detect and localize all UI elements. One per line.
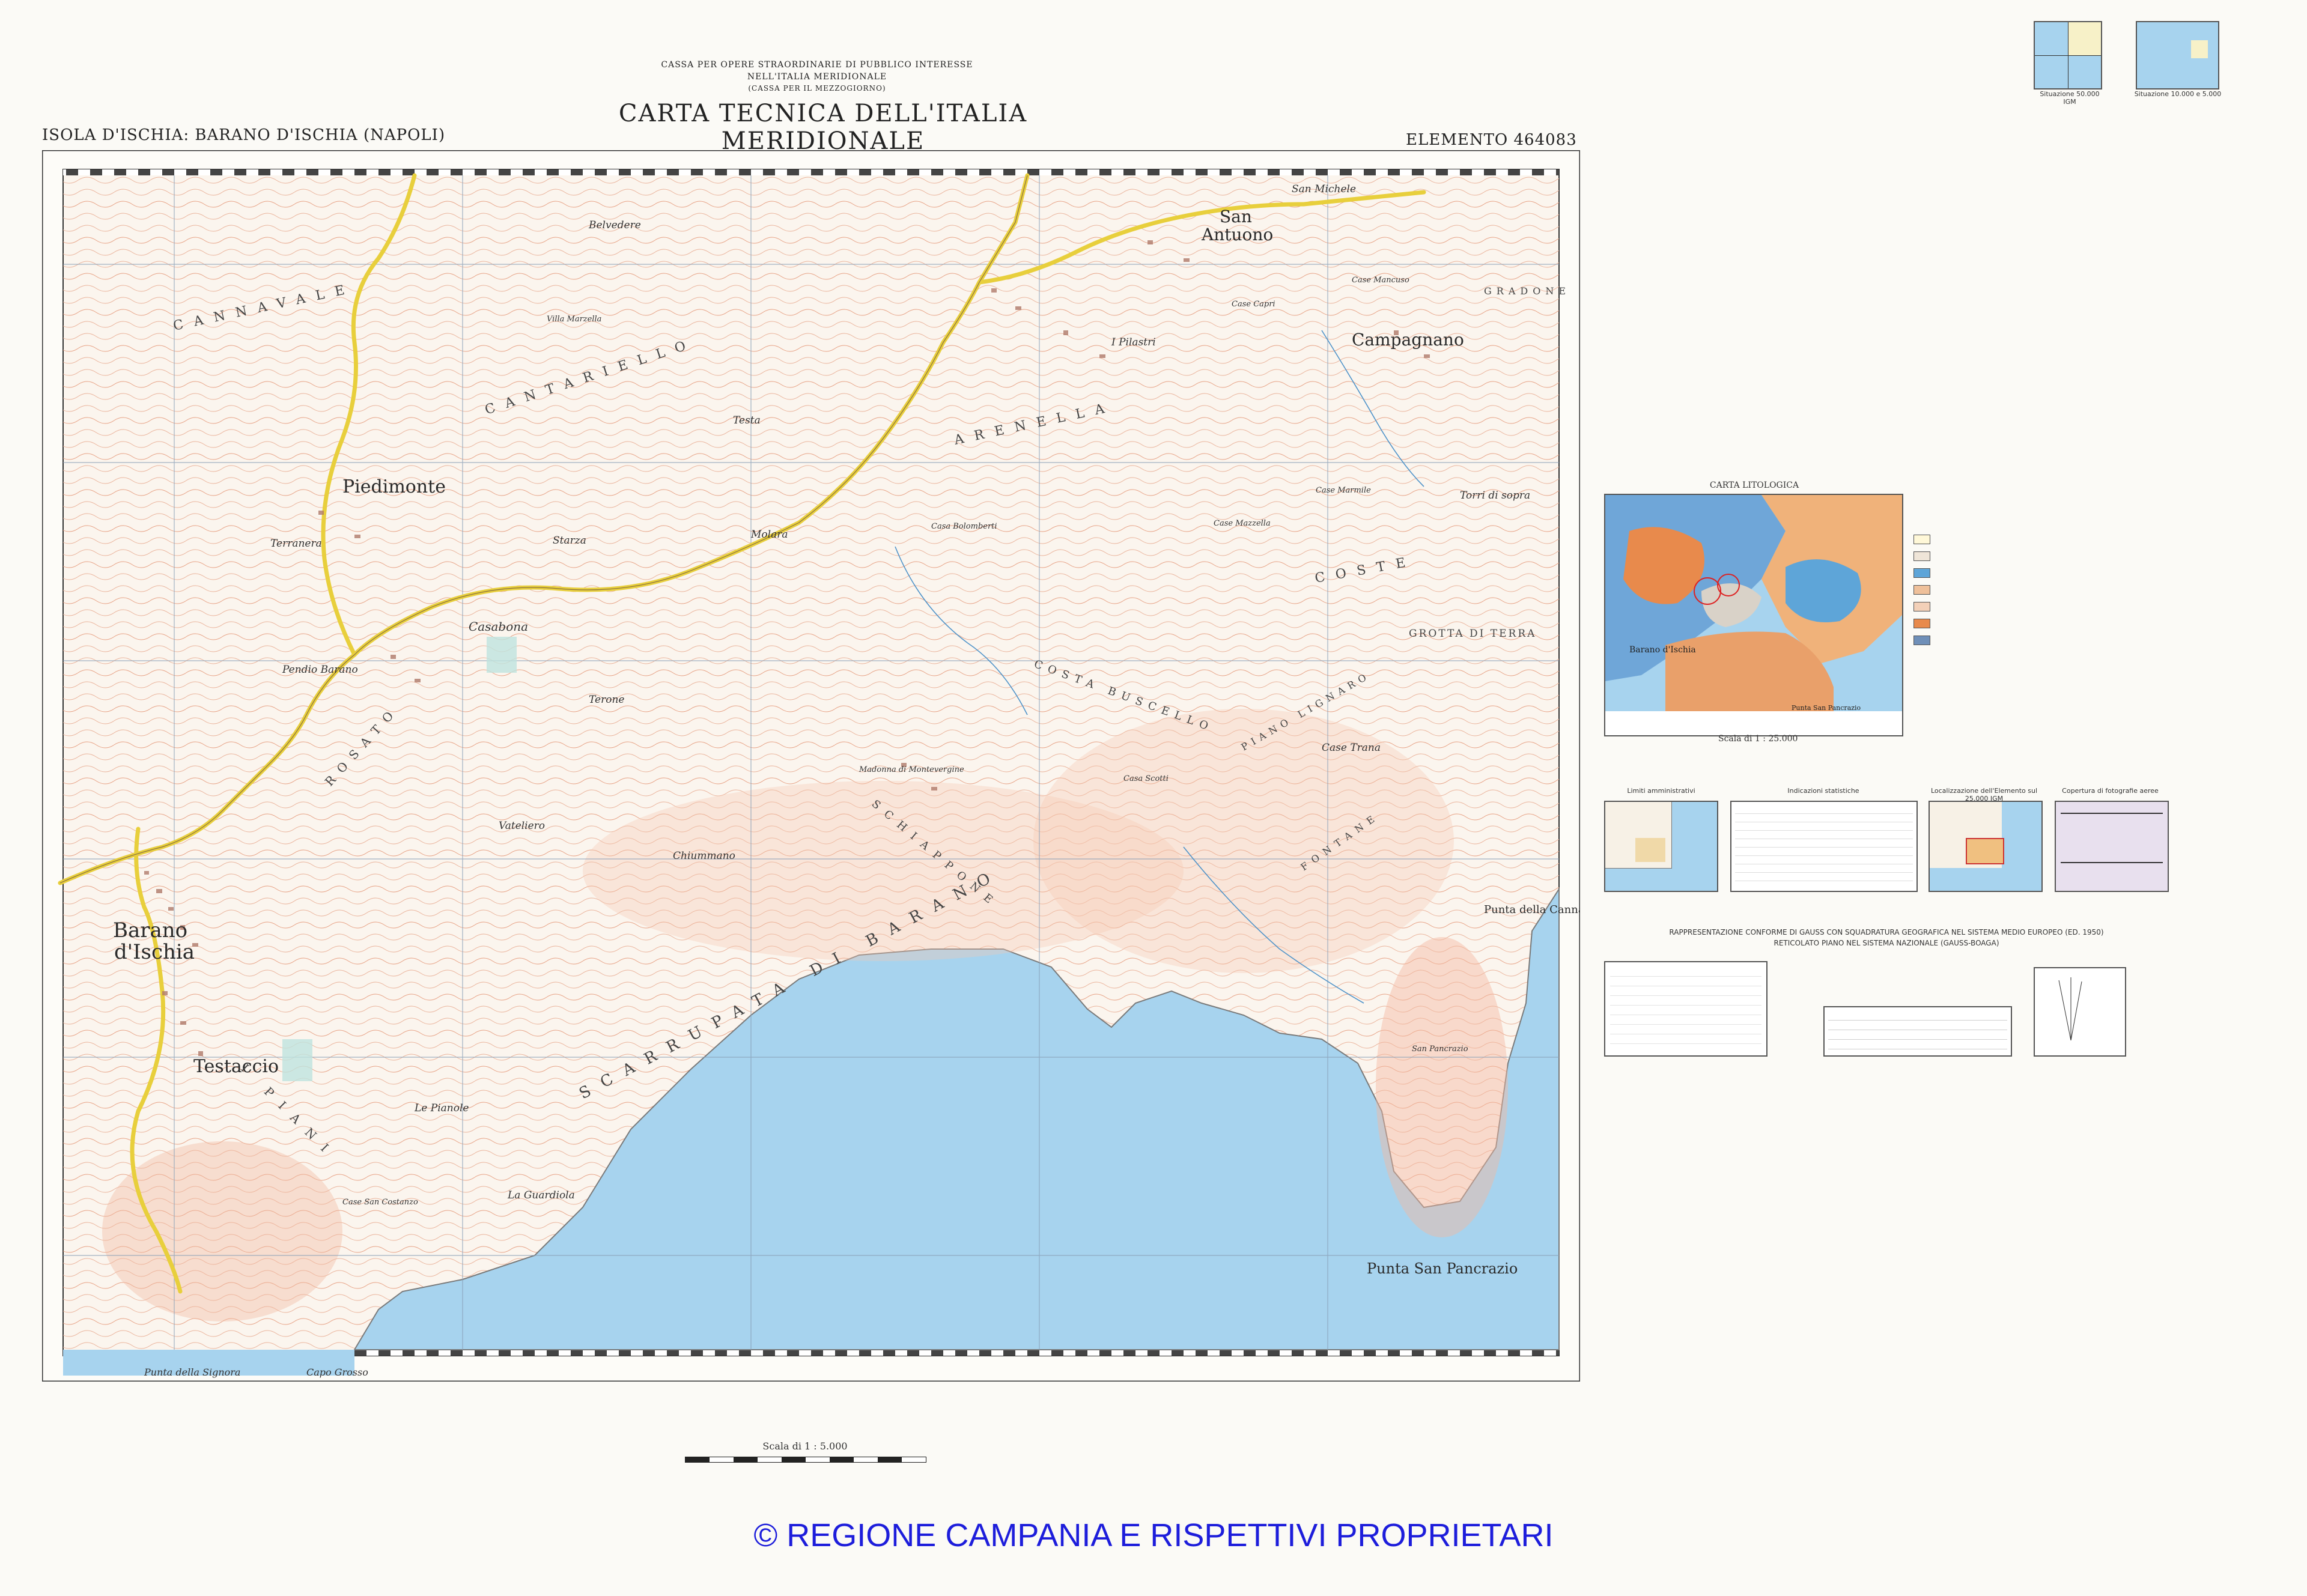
litho-scale: Scala di 1 : 25.000: [1718, 734, 1798, 744]
label-case-san-costanzo: Case San Costanzo: [342, 1198, 418, 1207]
projection-line-1: RAPPRESENTAZIONE CONFORME DI GAUSS CON S…: [1669, 928, 2104, 936]
label-terranera: Terranera: [270, 538, 322, 550]
label-punta-san-pancrazio: Punta San Pancrazio: [1367, 1260, 1518, 1277]
label-san-michele: San Michele: [1292, 183, 1356, 195]
label-case-marmile: Case Marmile: [1316, 486, 1371, 495]
label-starza: Starza: [553, 535, 586, 547]
label-chiummano: Chiummano: [673, 850, 735, 862]
top-graticule-ticks: [63, 169, 1559, 175]
svg-text:Punta San Pancrazio: Punta San Pancrazio: [1792, 704, 1861, 712]
label-madonna-montevergine: Madonna di Montevergine: [859, 765, 964, 774]
index-caption-2: Situazione 10.000 e 5.000: [2134, 90, 2222, 98]
label-barano-2: d'Ischia: [114, 940, 195, 964]
label-barano-1: Barano: [113, 918, 187, 942]
agency-line-3: (CASSA PER IL MEZZOGIORNO): [748, 84, 886, 93]
label-casabona: Casabona: [469, 619, 528, 634]
panel-localizzazione-map[interactable]: [1929, 801, 2043, 892]
coord-transform-table: [1604, 961, 1767, 1057]
label-la-guardiola: La Guardiola: [507, 1189, 575, 1201]
topographic-map[interactable]: San Antuono Campagnano Piedimonte Barano…: [41, 149, 1606, 1383]
scale-bar: [685, 1457, 926, 1463]
label-piedimonte: Piedimonte: [342, 476, 446, 497]
litho-map[interactable]: Barano d'Ischia Punta San Pancrazio: [1604, 494, 1903, 736]
elemento-number: ELEMENTO 464083: [1406, 131, 1577, 149]
map-subtitle: ISOLA D'ISCHIA: BARANO D'ISCHIA (NAPOLI): [42, 126, 446, 144]
declination-diagram: [2034, 967, 2126, 1057]
panel-title-statistiche: Indicazioni statistiche: [1787, 787, 1859, 795]
index-map-50000[interactable]: [2034, 21, 2102, 90]
agency-line-2: NELL'ITALIA MERIDIONALE: [747, 72, 887, 82]
index-map-10000[interactable]: [2136, 21, 2219, 90]
casabona-field: [487, 637, 517, 673]
panel-limiti-map[interactable]: [1604, 801, 1718, 892]
label-i-pilastri: I Pilastri: [1111, 336, 1156, 348]
label-campagnano: Campagnano: [1352, 330, 1464, 350]
vertex-coords-table: [1823, 1006, 2012, 1057]
map-svg: San Antuono Campagnano Piedimonte Barano…: [41, 149, 1606, 1383]
label-san-antuono-1: San: [1220, 207, 1252, 226]
scale-bar-label: Scala di 1 : 5.000: [762, 1440, 848, 1452]
label-capo-grosso: Capo Grosso: [306, 1367, 368, 1378]
panel-title-limiti: Limiti amministrativi: [1627, 787, 1695, 795]
label-case-capri: Case Capri: [1232, 300, 1275, 309]
index-highlight: [2068, 22, 2101, 55]
label-pendio-barano: Pendio Barano: [282, 664, 358, 676]
region-grotta-di-terra: GROTTA DI TERRA: [1409, 628, 1536, 640]
label-san-pancrazio: San Pancrazio: [1412, 1045, 1468, 1054]
panel-copertura-map[interactable]: [2055, 801, 2169, 892]
label-punta-cannaccia: Punta della Cannaccia: [1484, 903, 1580, 916]
litho-legend: [1913, 535, 2094, 652]
label-le-pianole: Le Pianole: [414, 1102, 469, 1114]
label-san-antuono-2: Antuono: [1201, 225, 1273, 244]
label-punta-della-signora: Punta della Signora: [144, 1367, 240, 1378]
label-villa-marzella: Villa Marzella: [547, 315, 601, 324]
litho-svg: Barano d'Ischia Punta San Pancrazio: [1605, 495, 1902, 735]
panel-statistics-table[interactable]: [1730, 801, 1918, 892]
testaccio-field: [282, 1039, 312, 1081]
copyright-notice: © REGIONE CAMPANIA E RISPETTIVI PROPRIET…: [753, 1517, 1554, 1553]
agency-line-1: CASSA PER OPERE STRAORDINARIE DI PUBBLIC…: [661, 60, 973, 70]
label-torri-di-sopra: Torri di sopra: [1460, 490, 1530, 502]
label-case-trana: Case Trana: [1322, 742, 1381, 754]
region-gradone: GRADONE: [1484, 285, 1570, 297]
label-casa-bolomberti: Casa Bolomberti: [931, 522, 997, 531]
label-casa-scotti: Casa Scotti: [1123, 774, 1169, 783]
svg-text:Barano d'Ischia: Barano d'Ischia: [1629, 645, 1696, 655]
label-testa: Testa: [733, 414, 761, 426]
label-terone: Terone: [589, 694, 624, 706]
label-case-mancuso: Case Mancuso: [1352, 276, 1409, 285]
index-caption-1: Situazione 50.000 IGM: [2040, 90, 2100, 106]
litho-title: CARTA LITOLOGICA: [1709, 481, 1799, 490]
index-highlight-2: [2191, 40, 2208, 58]
label-molara: Molara: [750, 529, 788, 541]
label-testaccio: Testaccio: [193, 1056, 279, 1077]
label-vateliero: Vateliero: [499, 820, 545, 832]
projection-line-2: RETICOLATO PIANO NEL SISTEMA NAZIONALE (…: [1774, 939, 1999, 947]
label-belvedere: Belvedere: [588, 219, 641, 231]
map-title: CARTA TECNICA DELL'ITALIA MERIDIONALE: [618, 100, 1028, 155]
label-case-mazzella: Case Mazzella: [1214, 519, 1271, 528]
panel-title-copertura: Copertura di fotografie aeree: [2062, 787, 2159, 795]
